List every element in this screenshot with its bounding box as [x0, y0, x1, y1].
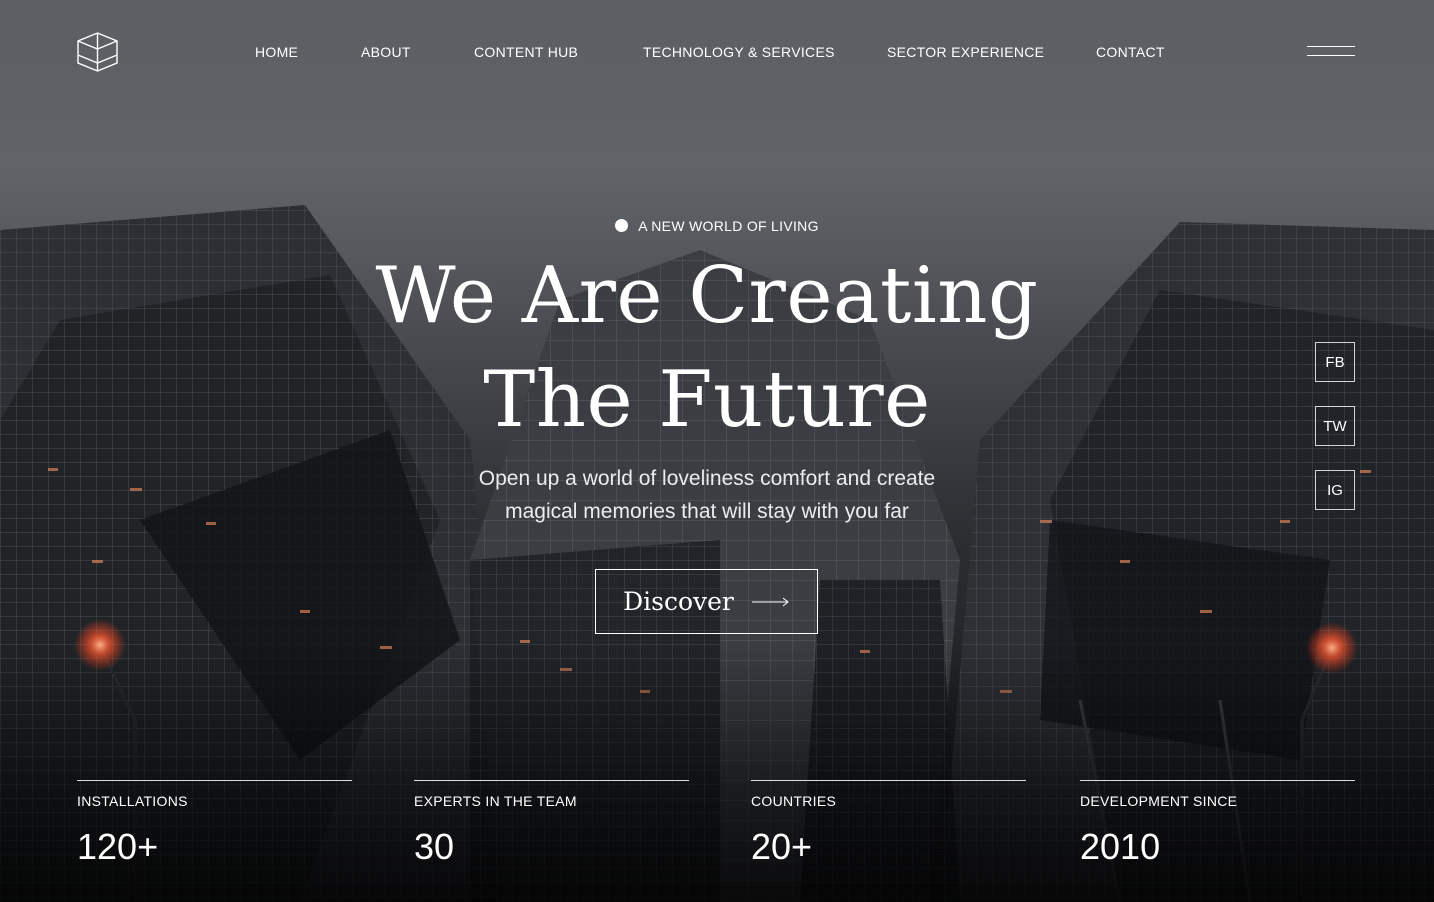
discover-button[interactable]: Discover: [595, 569, 818, 634]
nav-item-content-hub[interactable]: CONTENT HUB: [474, 43, 578, 61]
hero-eyebrow-text: A NEW WORLD OF LIVING: [638, 218, 819, 234]
nav-item-sector-experience[interactable]: SECTOR EXPERIENCE: [887, 43, 1044, 61]
hero-headline-line-2: The Future: [483, 355, 931, 445]
hero-subtitle-line-2: magical memories that will stay with you…: [505, 500, 909, 523]
bullet-dot-icon: [615, 219, 629, 232]
nav-item-about[interactable]: ABOUT: [361, 43, 411, 61]
twitter-link[interactable]: TW: [1315, 406, 1355, 446]
hero-eyebrow: A NEW WORLD OF LIVING: [0, 217, 1434, 235]
stat-value: 120+: [77, 826, 159, 867]
nav-item-home[interactable]: HOME: [255, 43, 298, 61]
hero-headline-line-1: We Are Creating: [375, 251, 1039, 341]
stat-development-since: DEVELOPMENT SINCE 2010: [1080, 780, 1355, 880]
stat-label: INSTALLATIONS: [77, 793, 188, 809]
nav-item-technology-services[interactable]: TECHNOLOGY & SERVICES: [643, 43, 835, 61]
facebook-link[interactable]: FB: [1315, 342, 1355, 382]
stat-label: EXPERTS IN THE TEAM: [414, 793, 577, 809]
stat-label: DEVELOPMENT SINCE: [1080, 793, 1238, 809]
stat-value: 20+: [751, 826, 813, 867]
hero-subtitle-line-1: Open up a world of loveliness comfort an…: [478, 467, 936, 490]
arrow-right-icon: [751, 597, 789, 606]
discover-button-label: Discover: [623, 587, 734, 616]
main-navigation: HOME ABOUT CONTENT HUB TECHNOLOGY & SERV…: [0, 43, 1434, 61]
instagram-link[interactable]: IG: [1315, 470, 1355, 510]
stat-experts: EXPERTS IN THE TEAM 30: [414, 780, 689, 880]
stat-value: 2010: [1080, 826, 1161, 867]
hamburger-menu-icon[interactable]: [1307, 44, 1355, 58]
stat-installations: INSTALLATIONS 120+: [77, 780, 352, 880]
hero-headline: We Are Creating The Future: [0, 244, 1414, 452]
stat-label: COUNTRIES: [751, 793, 837, 809]
nav-item-contact[interactable]: CONTACT: [1096, 43, 1165, 61]
stat-countries: COUNTRIES 20+: [751, 780, 1026, 880]
hero-subtitle: Open up a world of loveliness comfort an…: [0, 462, 1414, 528]
stat-value: 30: [414, 826, 455, 867]
